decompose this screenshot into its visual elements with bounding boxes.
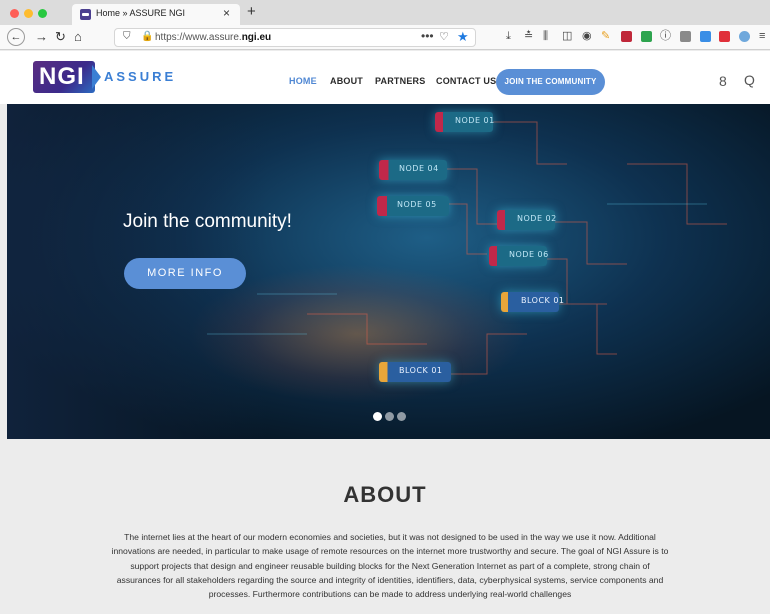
logo-text: NGI bbox=[39, 63, 85, 90]
nav-home[interactable]: HOME bbox=[289, 76, 317, 86]
extension-pen-icon[interactable]: ✎ bbox=[601, 29, 610, 43]
about-text: The internet lies at the heart of our mo… bbox=[111, 532, 669, 600]
browser-tab[interactable]: Home » ASSURE NGI × bbox=[72, 4, 240, 25]
extension-red-icon[interactable] bbox=[719, 31, 730, 42]
node-tag: NODE 01 bbox=[435, 112, 494, 132]
extension-green-icon[interactable] bbox=[641, 31, 652, 42]
url-text[interactable]: https://www.assure.ngi.eu bbox=[155, 32, 271, 43]
user-icon[interactable]: 8 bbox=[719, 73, 727, 89]
extension-blue-icon[interactable] bbox=[700, 31, 711, 42]
lock-icon[interactable]: 🔒 bbox=[141, 31, 153, 42]
hero-title: Join the community! bbox=[123, 211, 292, 232]
favicon-icon bbox=[80, 9, 91, 20]
bookmark-star-icon[interactable]: ★ bbox=[457, 29, 469, 45]
logo-arrow-icon bbox=[92, 65, 101, 89]
window-minimize-button[interactable] bbox=[24, 9, 33, 18]
sidebar-icon[interactable]: ◫ bbox=[562, 29, 572, 43]
logo[interactable]: NGI bbox=[33, 61, 95, 93]
circuit-lines bbox=[207, 121, 727, 375]
extension-info-icon[interactable]: ⓘ bbox=[660, 29, 671, 43]
back-arrow-icon[interactable]: ← bbox=[7, 28, 25, 46]
site-header: NGI ASSURE HOME ABOUT PARTNERS CONTACT U… bbox=[0, 51, 770, 104]
node-tag: NODE 04 bbox=[379, 160, 447, 180]
tab-close-button[interactable]: × bbox=[223, 6, 230, 20]
tracking-shield-icon[interactable]: ⛉ bbox=[123, 31, 131, 42]
slider-dot[interactable] bbox=[373, 412, 382, 421]
about-heading: ABOUT bbox=[343, 482, 427, 507]
nav-about[interactable]: ABOUT bbox=[330, 76, 363, 86]
more-info-button[interactable]: MORE INFO bbox=[124, 258, 246, 289]
page-actions-icon[interactable]: ••• bbox=[421, 29, 434, 43]
account-icon[interactable]: ◉ bbox=[582, 29, 592, 43]
node-tag: NODE 02 bbox=[497, 210, 556, 230]
node-tag: NODE 06 bbox=[489, 246, 548, 266]
logo-subtitle: ASSURE bbox=[104, 69, 177, 84]
browser-toolbar: ← → ↻ ⌂ ⛉ 🔒 https://www.assure.ngi.eu ••… bbox=[0, 25, 770, 50]
tab-title: Home » ASSURE NGI bbox=[96, 8, 186, 18]
nav-partners[interactable]: PARTNERS bbox=[375, 76, 425, 86]
block-tag: BLOCK 01 bbox=[379, 362, 451, 382]
window-close-button[interactable] bbox=[10, 9, 19, 18]
reload-icon[interactable]: ↻ bbox=[55, 29, 66, 45]
pocket-icon[interactable]: ♡ bbox=[439, 30, 449, 43]
node-tag: NODE 05 bbox=[377, 196, 449, 216]
window-maximize-button[interactable] bbox=[38, 9, 47, 18]
extension-image-icon[interactable] bbox=[680, 31, 691, 42]
translate-icon[interactable]: ≛ bbox=[524, 29, 533, 43]
search-icon[interactable]: Q bbox=[744, 72, 755, 88]
slider-dot[interactable] bbox=[397, 412, 406, 421]
extension-ublock-icon[interactable] bbox=[621, 31, 632, 42]
home-icon[interactable]: ⌂ bbox=[74, 29, 82, 45]
slider-dot[interactable] bbox=[385, 412, 394, 421]
library-icon[interactable]: ⫼ bbox=[543, 29, 548, 43]
menu-icon[interactable]: ≡ bbox=[759, 29, 765, 43]
browser-tab-bar: Home » ASSURE NGI × + bbox=[0, 0, 770, 25]
forward-arrow-icon[interactable]: → bbox=[35, 29, 48, 45]
url-bar[interactable]: ⛉ 🔒 https://www.assure.ngi.eu ••• ♡ ★ bbox=[114, 28, 476, 47]
block-tag: BLOCK 01 bbox=[501, 292, 564, 312]
extension-globe-icon[interactable] bbox=[739, 31, 750, 42]
nav-contact-us[interactable]: CONTACT US bbox=[436, 76, 496, 86]
hero-slider: NODE 01 NODE 04 NODE 05 NODE 02 NODE 06 … bbox=[7, 104, 770, 439]
join-community-button[interactable]: JOIN THE COMMUNITY bbox=[496, 69, 605, 95]
download-icon[interactable]: ⤓ bbox=[506, 29, 511, 43]
new-tab-button[interactable]: + bbox=[247, 3, 256, 20]
